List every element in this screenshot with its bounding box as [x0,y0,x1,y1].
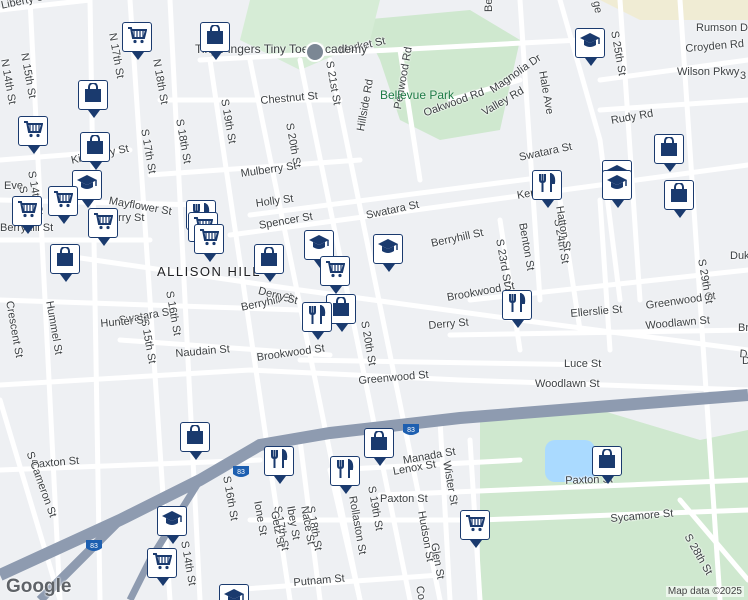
neighborhood-label: ALLISON HILL [157,264,261,279]
school-marker[interactable] [219,584,249,600]
map-canvas[interactable]: 83 83 83 Liberty St Market St N 15th St N 1… [0,0,748,600]
school-marker[interactable] [157,506,187,544]
school-icon [308,234,330,257]
shopping-bag-icon [84,81,102,108]
shopping-marker[interactable] [200,22,230,60]
cart-icon [23,120,44,143]
water-body [545,440,595,482]
shopping-marker[interactable] [364,428,394,466]
cart-icon [93,212,114,235]
shopping-bag-icon [670,181,688,208]
fork-knife-icon [270,447,288,474]
fork-knife-icon [508,291,526,318]
svg-text:83: 83 [407,427,415,434]
shopping-marker[interactable] [654,134,684,172]
shopping-bag-icon [186,423,204,450]
grocery-marker[interactable] [88,208,118,246]
shopping-marker[interactable] [180,422,210,460]
restaurant-marker[interactable] [302,302,332,340]
cart-icon [127,26,148,49]
highway-shield: 83 [233,466,249,477]
shopping-bag-icon [56,245,74,272]
map-attribution: Map data ©2025 [665,586,744,597]
shopping-marker[interactable] [80,132,110,170]
svg-text:83: 83 [237,469,245,476]
fork-knife-icon [336,457,354,484]
school-icon [161,510,183,533]
grocery-marker[interactable] [320,256,350,294]
restaurant-marker[interactable] [502,290,532,328]
school-icon [606,174,628,197]
cart-icon [465,514,486,537]
shopping-bag-icon [86,133,104,160]
grocery-marker[interactable] [48,186,78,224]
grocery-marker[interactable] [194,224,224,262]
cart-icon [17,200,38,223]
restaurant-marker[interactable] [264,446,294,484]
school-icon [579,32,601,55]
cart-icon [152,552,173,575]
shopping-bag-icon [598,447,616,474]
shopping-bag-icon [660,135,678,162]
highway-shield: 83 [86,540,102,551]
shopping-marker[interactable] [592,446,622,484]
restaurant-marker[interactable] [532,170,562,208]
school-marker[interactable] [373,234,403,272]
fork-knife-icon [538,171,556,198]
location-pin-icon[interactable] [305,42,325,62]
shopping-bag-icon [206,23,224,50]
cart-icon [325,260,346,283]
shopping-marker[interactable] [254,244,284,282]
school-icon [76,174,98,197]
cart-icon [199,228,220,251]
restaurant-marker[interactable] [330,456,360,494]
shopping-bag-icon [332,295,350,322]
grocery-marker[interactable] [12,196,42,234]
map-base-layer: 83 83 83 [0,0,748,600]
school-marker[interactable] [575,28,605,66]
school-icon [223,588,245,600]
grocery-marker[interactable] [122,22,152,60]
school-icon [377,238,399,261]
grocery-marker[interactable] [147,548,177,586]
svg-text:83: 83 [90,543,98,550]
highway-shield: 83 [403,424,419,435]
shopping-marker[interactable] [78,80,108,118]
shopping-bag-icon [370,429,388,456]
google-logo: Google [6,576,72,597]
grocery-marker[interactable] [18,116,48,154]
shopping-marker[interactable] [664,180,694,218]
shopping-marker[interactable] [50,244,80,282]
school-marker[interactable] [602,170,632,208]
park-label[interactable]: Bellevue Park [380,88,454,102]
shopping-bag-icon [260,245,278,272]
fork-knife-icon [308,303,326,330]
cart-icon [53,190,74,213]
grocery-marker[interactable] [460,510,490,548]
